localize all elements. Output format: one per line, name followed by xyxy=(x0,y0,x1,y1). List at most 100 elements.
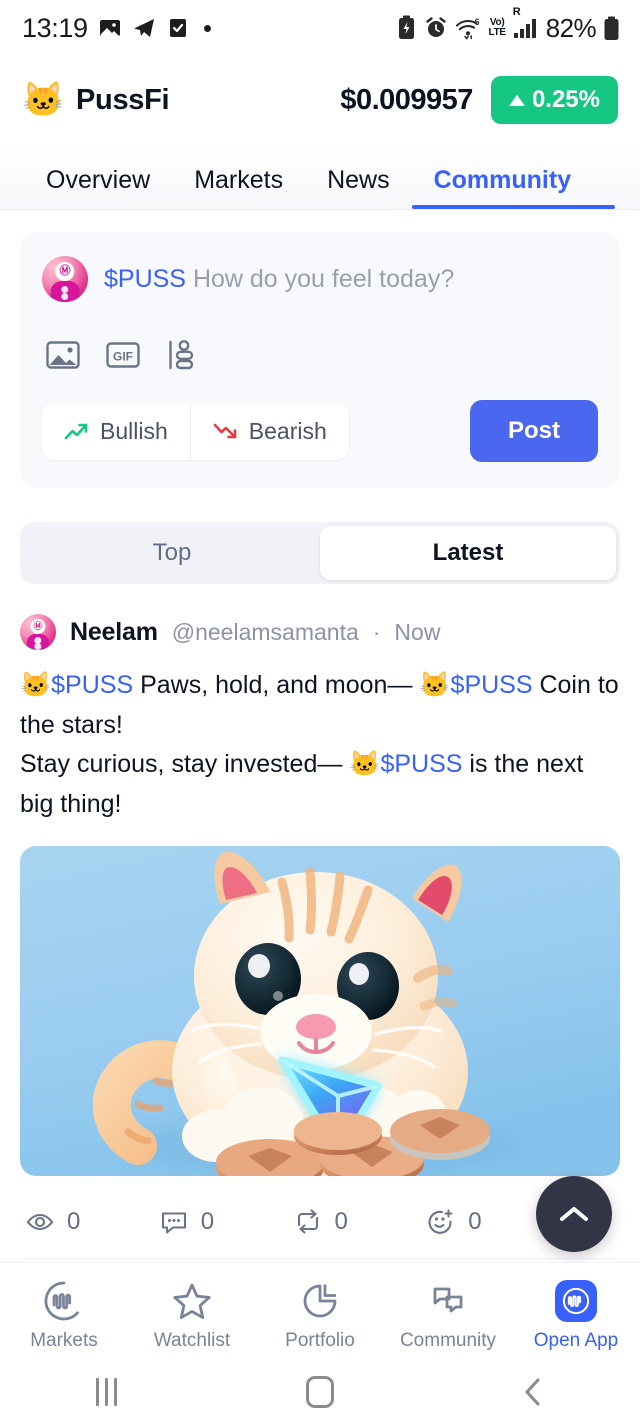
tab-overview[interactable]: Overview xyxy=(22,166,172,209)
bottom-nav-portfolio[interactable]: Portfolio xyxy=(256,1280,384,1352)
bottom-nav: Markets Watchlist Portfolio Community Op… xyxy=(0,1262,640,1362)
composer-ticker: $PUSS xyxy=(104,264,186,293)
avatar: Ⓜ xyxy=(20,614,56,650)
bullish-button[interactable]: Bullish xyxy=(42,403,190,460)
reaction-count: 0 xyxy=(468,1208,482,1235)
bottom-nav-watchlist-label: Watchlist xyxy=(153,1329,231,1351)
comment-icon xyxy=(161,1212,186,1234)
reaction-icon xyxy=(428,1209,453,1234)
bottom-nav-community[interactable]: Community xyxy=(384,1280,512,1352)
bottom-nav-markets-label: Markets xyxy=(30,1329,98,1351)
bearish-label: Bearish xyxy=(248,417,327,444)
bottom-nav-portfolio-label: Portfolio xyxy=(285,1329,355,1351)
page-content: Ⓜ $PUSS How do you feel today? GIF Bulli… xyxy=(0,232,640,1259)
telegram-icon xyxy=(133,19,154,37)
bottom-nav-open-app[interactable]: Open App xyxy=(512,1279,640,1352)
bottom-nav-watchlist[interactable]: Watchlist xyxy=(128,1280,256,1352)
price-change-value: 0.25% xyxy=(531,86,600,113)
coin-identity[interactable]: 🐱 PussFi xyxy=(22,80,170,120)
trend-up-icon xyxy=(64,423,88,440)
composer-placeholder-text: How do you feel today? xyxy=(192,264,455,293)
post-body: 🐱$PUSS Paws, hold, and moon— 🐱$PUSS Coin… xyxy=(20,666,620,824)
post-image[interactable] xyxy=(20,846,620,1176)
tab-community[interactable]: Community xyxy=(411,166,615,209)
post-author-handle[interactable]: @neelamsamanta xyxy=(172,619,359,646)
alarm-icon xyxy=(425,17,446,37)
pie-chart-icon xyxy=(303,1284,337,1317)
comment-count: 0 xyxy=(200,1208,215,1235)
cashtag[interactable]: $PUSS xyxy=(380,750,462,778)
avatar-body xyxy=(26,633,50,650)
bottom-nav-markets[interactable]: Markets xyxy=(0,1280,128,1352)
bearish-button[interactable]: Bearish xyxy=(189,402,349,460)
post-header[interactable]: Ⓜ Neelam @neelamsamanta · Now xyxy=(20,614,620,650)
post-author-name[interactable]: Neelam xyxy=(70,618,158,647)
coin-price: $0.009957 xyxy=(340,83,473,116)
cat-emoji: 🐱 xyxy=(349,750,381,778)
repost-icon xyxy=(297,1209,318,1234)
recents-icon xyxy=(96,1378,118,1406)
chat-bubbles-icon xyxy=(433,1287,463,1312)
composer-toolbar: GIF xyxy=(44,338,598,372)
cmc-app-icon xyxy=(555,1279,597,1322)
bullish-label: Bullish xyxy=(100,417,168,444)
triangle-up-icon xyxy=(508,94,525,106)
filter-top[interactable]: Top xyxy=(24,526,320,580)
cat-emoji: 🐱 xyxy=(419,671,451,699)
composer-placeholder[interactable]: $PUSS How do you feel today? xyxy=(104,265,454,294)
price-change-badge: 0.25% xyxy=(490,76,618,124)
coin-logo-icon: 🐱 xyxy=(22,81,65,119)
bottom-nav-open-app-label: Open App xyxy=(533,1329,619,1351)
post-separator: · xyxy=(372,618,381,645)
battery-saver-icon xyxy=(398,15,414,39)
composer-actions: Bullish Bearish Post xyxy=(42,400,598,462)
post-timestamp: Now xyxy=(394,618,441,645)
post-actions: 0 0 0 0 xyxy=(20,1194,620,1259)
cmc-logo-icon xyxy=(44,1281,79,1320)
bottom-nav-community-label: Community xyxy=(399,1329,497,1351)
composer-input-row[interactable]: Ⓜ $PUSS How do you feel today? xyxy=(42,256,598,302)
battery-icon xyxy=(604,16,619,40)
coin-name: PussFi xyxy=(76,83,170,116)
avatar-head: Ⓜ xyxy=(55,261,75,282)
tab-news[interactable]: News xyxy=(305,166,412,209)
home-button[interactable] xyxy=(260,1376,380,1408)
gif-icon[interactable]: GIF xyxy=(104,338,142,372)
status-bar: 13:19 6 Vo) LTE R 82% xyxy=(0,0,640,56)
scroll-to-top-button[interactable] xyxy=(536,1176,612,1252)
eye-icon xyxy=(26,1213,54,1231)
status-time: 13:19 xyxy=(22,12,88,43)
volte-icon: Vo) LTE xyxy=(488,17,507,38)
post-item: Ⓜ Neelam @neelamsamanta · Now 🐱$PUSS Paw… xyxy=(20,584,620,1259)
home-icon xyxy=(305,1376,334,1408)
post-button[interactable]: Post xyxy=(469,400,598,462)
repost-action[interactable]: 0 xyxy=(294,1208,428,1236)
back-icon xyxy=(525,1378,540,1406)
views-action[interactable]: 0 xyxy=(26,1208,160,1236)
app-header: 🐱 PussFi $0.009957 0.25% xyxy=(0,56,640,144)
svg-text:GIF: GIF xyxy=(113,350,133,364)
back-button[interactable] xyxy=(473,1377,593,1407)
repost-count: 0 xyxy=(334,1208,348,1235)
avatar: Ⓜ xyxy=(42,256,88,302)
android-nav-bar xyxy=(0,1362,640,1422)
tab-markets[interactable]: Markets xyxy=(172,166,305,209)
comment-action[interactable]: 0 xyxy=(160,1208,294,1236)
post-composer: Ⓜ $PUSS How do you feel today? GIF Bulli… xyxy=(20,232,620,488)
avatar-head: Ⓜ xyxy=(30,618,46,634)
wifi-icon: 6 xyxy=(455,17,479,40)
battery-percent: 82% xyxy=(545,12,597,43)
filter-latest[interactable]: Latest xyxy=(320,526,616,580)
views-count: 0 xyxy=(67,1208,81,1235)
poll-icon[interactable] xyxy=(164,338,202,372)
recents-button[interactable] xyxy=(47,1378,167,1406)
status-bar-right: 6 Vo) LTE R 82% xyxy=(396,6,621,44)
cashtag[interactable]: $PUSS xyxy=(51,671,133,699)
signal-icon: R xyxy=(513,6,539,39)
wifi-gen-label: 6 xyxy=(474,17,479,27)
cat-emoji: 🐱 xyxy=(20,671,52,699)
post-text: Stay curious, stay invested— xyxy=(20,750,350,778)
cashtag[interactable]: $PUSS xyxy=(451,671,533,699)
sentiment-toggle: Bullish Bearish xyxy=(42,402,349,460)
image-icon[interactable] xyxy=(44,338,82,372)
